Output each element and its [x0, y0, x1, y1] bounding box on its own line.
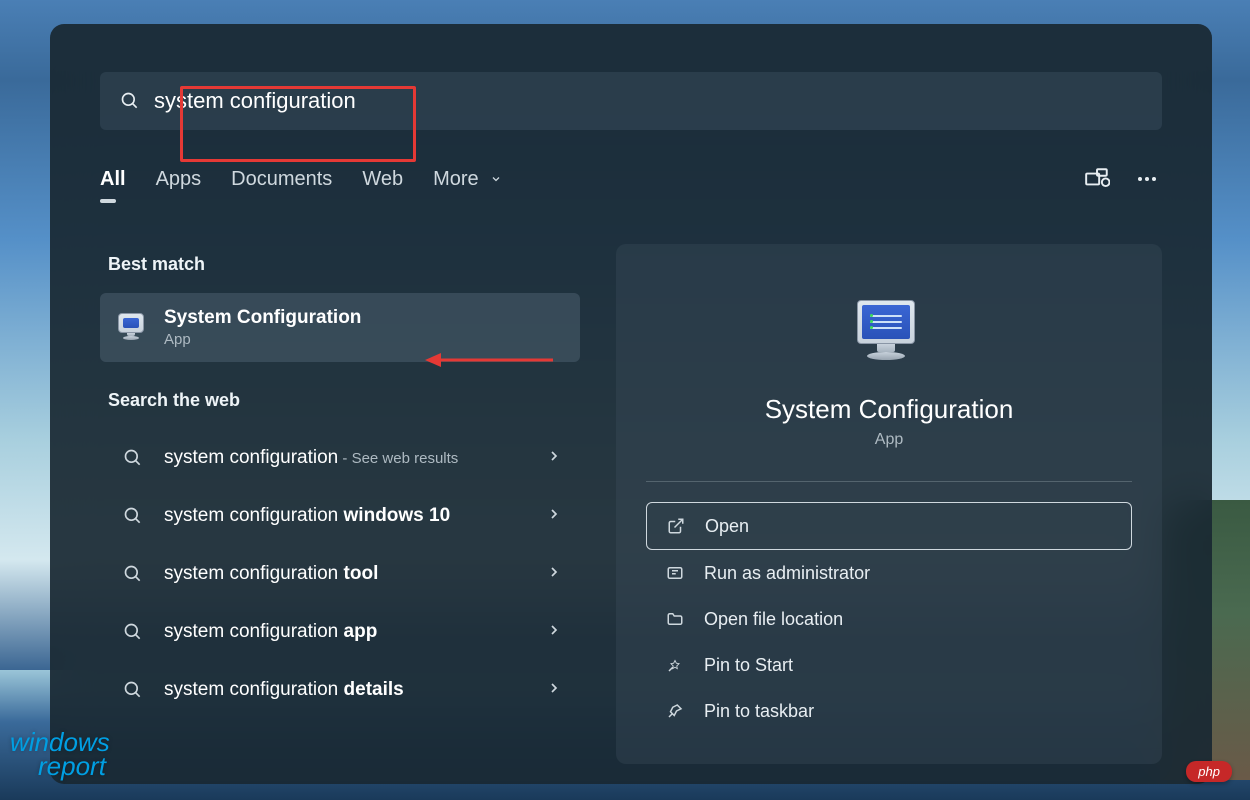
action-pin-taskbar-label: Pin to taskbar: [704, 701, 814, 722]
tab-more[interactable]: More: [433, 168, 502, 191]
search-icon: [118, 675, 148, 705]
search-input[interactable]: [154, 88, 1142, 114]
chevron-right-icon: [546, 448, 562, 469]
action-open-file-location[interactable]: Open file location: [646, 596, 1132, 642]
tab-more-label: More: [433, 168, 479, 190]
tab-apps[interactable]: Apps: [156, 168, 202, 191]
search-icon: [118, 559, 148, 589]
watermark-windows-report: windows report: [10, 731, 110, 778]
action-pin-start[interactable]: Pin to Start: [646, 642, 1132, 688]
web-result-title: system configuration app: [164, 621, 546, 643]
chevron-right-icon: [546, 506, 562, 527]
search-icon: [118, 617, 148, 647]
preview-title: System Configuration: [616, 394, 1162, 425]
results-column: Best match System Configuration App: [100, 244, 580, 764]
preview-column: System Configuration App Open Run as adm…: [616, 244, 1162, 764]
tab-web[interactable]: Web: [362, 168, 403, 191]
pin-icon: [664, 700, 686, 722]
search-icon: [118, 443, 148, 473]
chevron-down-icon: [490, 168, 502, 191]
divider: [646, 481, 1132, 482]
more-options-icon[interactable]: [1132, 164, 1162, 194]
actions-list: Open Run as administrator Open file loca…: [616, 502, 1162, 734]
web-result-title: system configuration details: [164, 679, 546, 701]
search-across-devices-icon[interactable]: [1082, 164, 1112, 194]
section-best-match: Best match: [108, 254, 580, 275]
chevron-right-icon: [546, 622, 562, 643]
action-run-admin-label: Run as administrator: [704, 563, 870, 584]
action-pin-start-label: Pin to Start: [704, 655, 793, 676]
pin-icon: [664, 654, 686, 676]
best-match-result[interactable]: System Configuration App: [100, 293, 580, 362]
section-search-web: Search the web: [108, 390, 580, 411]
best-match-title: System Configuration: [164, 307, 562, 329]
shield-icon: [664, 562, 686, 584]
action-run-admin[interactable]: Run as administrator: [646, 550, 1132, 596]
best-match-subtitle: App: [164, 331, 562, 348]
tab-all[interactable]: All: [100, 168, 126, 191]
msconfig-app-icon: [118, 313, 148, 343]
filter-tabs: All Apps Documents Web More: [100, 164, 1162, 194]
chevron-right-icon: [546, 680, 562, 701]
web-result-title: system configuration tool: [164, 563, 546, 585]
tab-documents[interactable]: Documents: [231, 168, 332, 191]
php-badge: php: [1186, 761, 1232, 782]
web-result[interactable]: system configuration windows 10: [100, 487, 580, 545]
search-bar[interactable]: [100, 72, 1162, 130]
web-result[interactable]: system configuration app: [100, 603, 580, 661]
web-result[interactable]: system configuration tool: [100, 545, 580, 603]
web-result[interactable]: system configuration details: [100, 661, 580, 719]
action-pin-taskbar[interactable]: Pin to taskbar: [646, 688, 1132, 734]
web-result-title: system configuration windows 10: [164, 505, 546, 527]
search-icon: [118, 501, 148, 531]
preview-subtitle: App: [616, 431, 1162, 449]
action-open-file-location-label: Open file location: [704, 609, 843, 630]
chevron-right-icon: [546, 564, 562, 585]
web-result-title: system configuration - See web results: [164, 447, 546, 469]
watermark-line2: report: [38, 755, 110, 778]
folder-icon: [664, 608, 686, 630]
web-result[interactable]: system configuration - See web results: [100, 429, 580, 487]
search-icon: [120, 91, 140, 111]
open-icon: [665, 515, 687, 537]
preview-app-icon: [853, 298, 925, 370]
windows-search-panel: All Apps Documents Web More Best match: [50, 24, 1212, 784]
action-open-label: Open: [705, 516, 749, 537]
action-open[interactable]: Open: [646, 502, 1132, 550]
